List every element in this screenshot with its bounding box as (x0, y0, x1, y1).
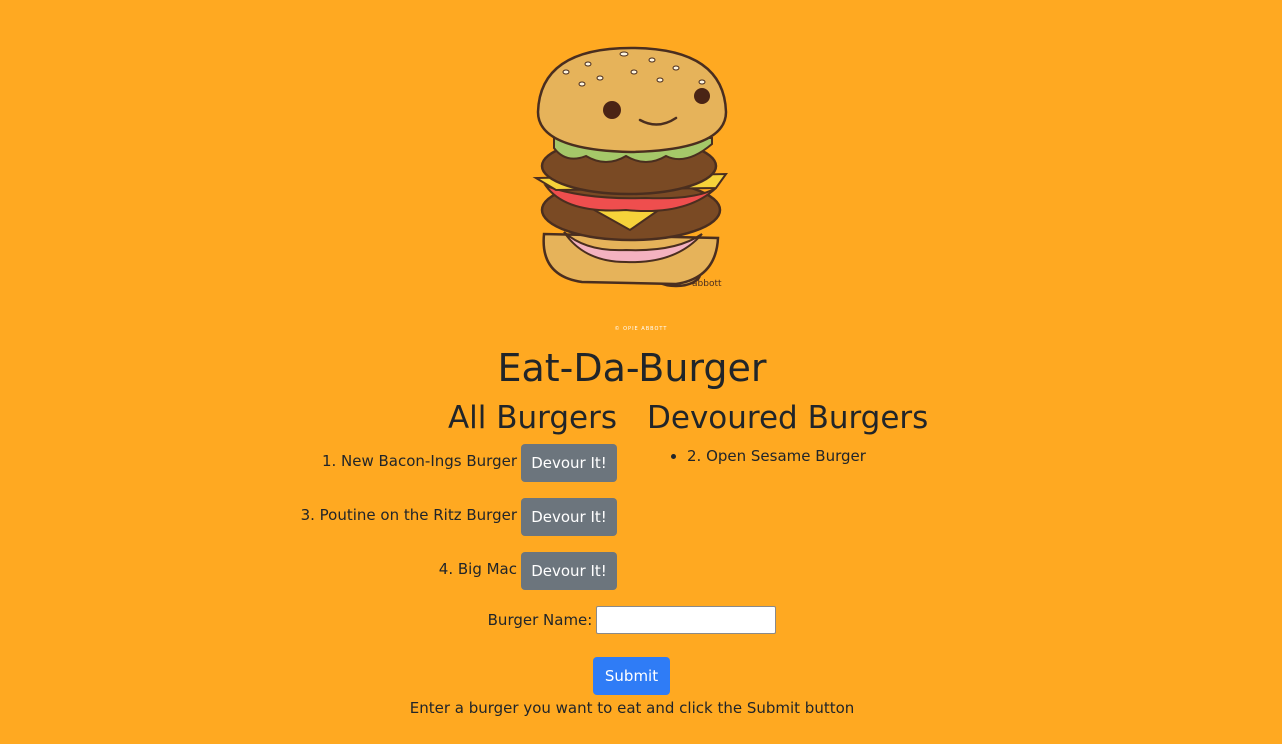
devoured-burgers-heading: Devoured Burgers (647, 400, 929, 436)
burger-name: 4. Big Mac (438, 560, 517, 578)
burger-name: 3. Poutine on the Ritz Burger (300, 506, 517, 524)
list-item: 4. Big Mac Devour It! (197, 552, 617, 590)
devoured-burgers-list: 2. Open Sesame Burger (647, 444, 1067, 468)
burger-name-label: Burger Name: (487, 611, 593, 629)
burger-form: Burger Name: (0, 606, 1264, 634)
all-burgers-list: 1. New Bacon-Ings Burger Devour It! 3. P… (197, 444, 617, 590)
burger-mascot-image: abbott (532, 46, 728, 289)
page-title: Eat-Da-Burger (497, 346, 767, 390)
all-burgers-heading: All Burgers (447, 400, 617, 436)
submit-button[interactable]: Submit (593, 657, 670, 695)
devour-button[interactable]: Devour It! (521, 552, 617, 590)
burger-name-input[interactable] (596, 606, 777, 634)
list-item: 1. New Bacon-Ings Burger Devour It! (197, 444, 617, 482)
list-item: 2. Open Sesame Burger (687, 444, 1067, 468)
devoured-burgers-section: Devoured Burgers 2. Open Sesame Burger (647, 394, 1067, 468)
svg-text:abbott: abbott (692, 279, 722, 289)
image-credit: © OPIE ABBOTT (614, 326, 668, 332)
devour-button[interactable]: Devour It! (521, 498, 617, 536)
list-item: 3. Poutine on the Ritz Burger Devour It! (197, 498, 617, 536)
burger-name: 1. New Bacon-Ings Burger (321, 452, 517, 470)
devour-button[interactable]: Devour It! (521, 444, 617, 482)
all-burgers-section: All Burgers 1. New Bacon-Ings Burger Dev… (197, 394, 617, 606)
form-hint: Enter a burger you want to eat and click… (409, 699, 855, 717)
